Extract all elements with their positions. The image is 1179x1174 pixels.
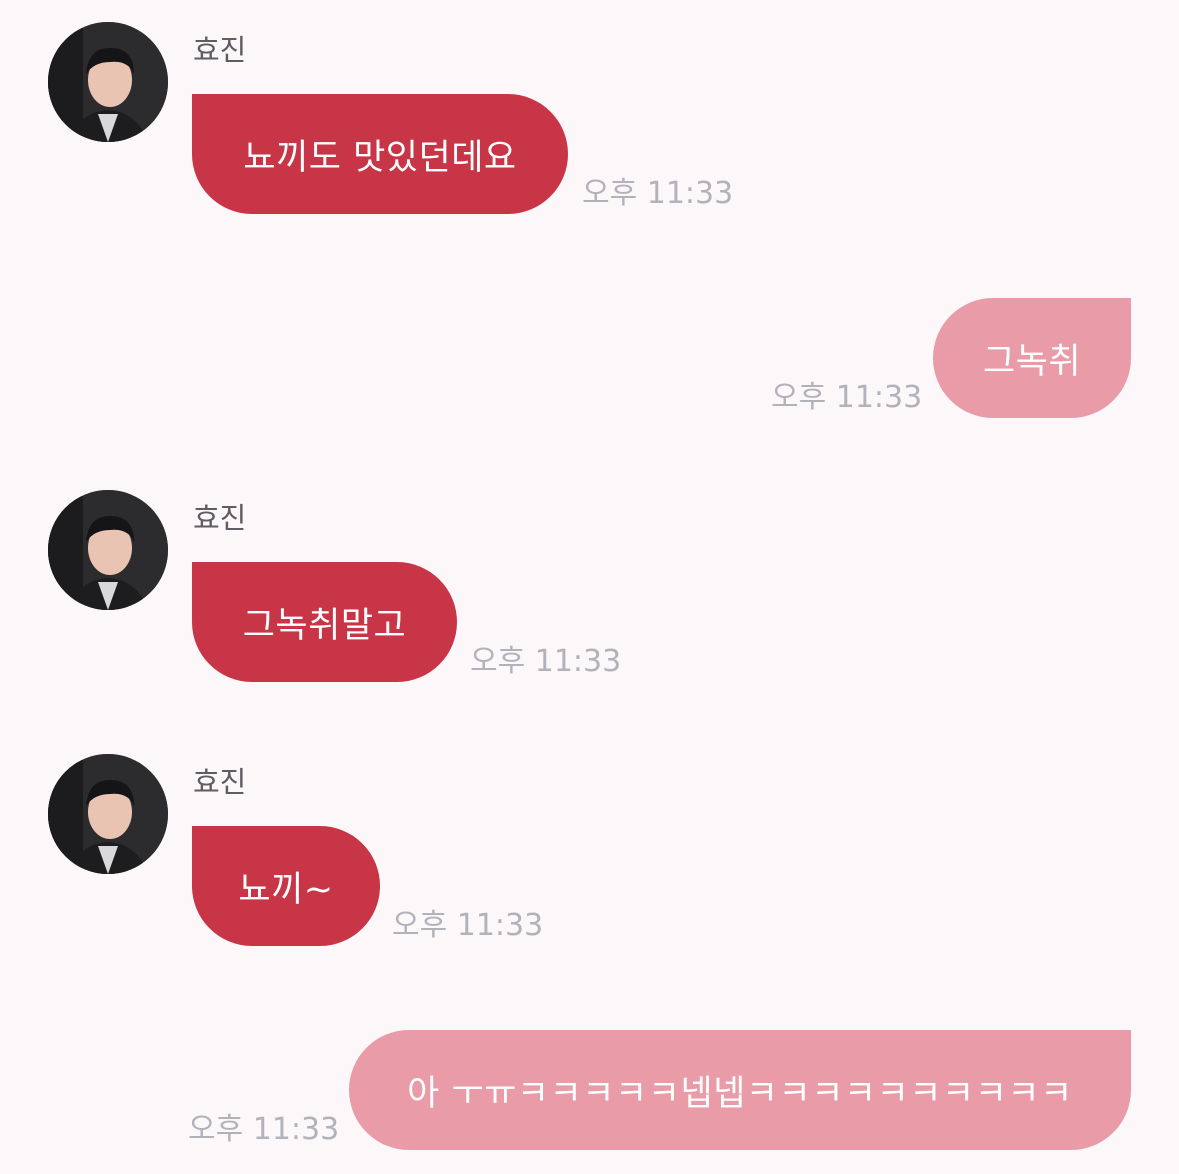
message-timestamp: 오후 11:33	[771, 380, 923, 415]
message-text: 아 ㅜㅠㅋㅋㅋㅋㅋ넵넵ㅋㅋㅋㅋㅋㅋㅋㅋㅋㅋ	[407, 1073, 1073, 1114]
message-timestamp: 오후 11:33	[582, 176, 734, 211]
message-timestamp: 오후 11:33	[470, 644, 622, 679]
message-text: 그녹취	[982, 341, 1082, 382]
avatar[interactable]	[48, 22, 168, 142]
message-timestamp: 오후 11:33	[392, 908, 544, 943]
profile-photo-icon	[48, 490, 168, 610]
avatar[interactable]	[48, 754, 168, 874]
message-text: 그녹취말고	[242, 605, 407, 646]
profile-photo-icon	[48, 754, 168, 874]
profile-photo-icon	[48, 22, 168, 142]
avatar[interactable]	[48, 490, 168, 610]
sender-name: 효진	[193, 501, 247, 535]
incoming-message-bubble[interactable]: 그녹취말고	[192, 562, 457, 682]
incoming-message-bubble[interactable]: 뇨끼도 맛있던데요	[192, 94, 568, 214]
message-timestamp: 오후 11:33	[188, 1112, 340, 1147]
sender-name: 효진	[193, 33, 247, 67]
outgoing-message-bubble[interactable]: 아 ㅜㅠㅋㅋㅋㅋㅋ넵넵ㅋㅋㅋㅋㅋㅋㅋㅋㅋㅋ	[349, 1030, 1131, 1150]
outgoing-message-bubble[interactable]: 그녹취	[933, 298, 1131, 418]
incoming-message-bubble[interactable]: 뇨끼~	[192, 826, 380, 946]
sender-name: 효진	[193, 765, 247, 799]
message-text: 뇨끼도 맛있던데요	[243, 137, 517, 178]
message-text: 뇨끼~	[238, 869, 334, 910]
